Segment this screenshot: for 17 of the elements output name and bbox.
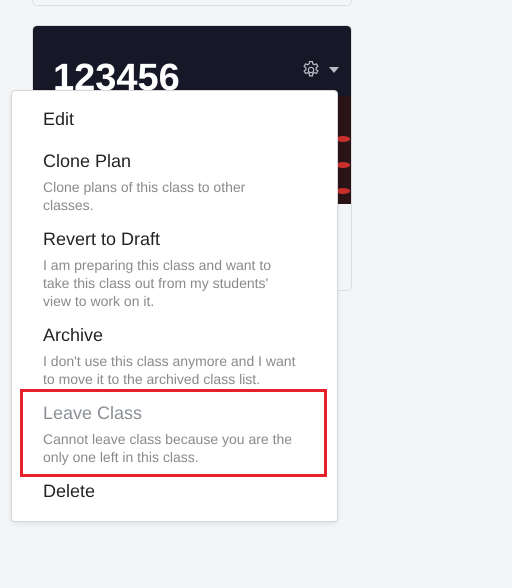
menu-item[interactable]: Revert to Draft I am preparing this class and want to take this class out from my students' view to work on it.	[12, 218, 337, 314]
menu-item-description: I am preparing this class and want to take this class out from my students' view to work on it.	[43, 256, 272, 310]
menu-item-label: Revert to Draft	[43, 228, 162, 251]
class-title: 123456	[53, 56, 180, 100]
caret-icon[interactable]	[329, 67, 339, 73]
menu-item[interactable]: Clone Plan Clone plans of this class to other classes.	[12, 140, 337, 218]
menu-item-label: Archive	[43, 324, 104, 347]
menu-item-description: I don't use this class anymore and I want to move it to the archived class list.	[43, 352, 296, 388]
menu-item-label: Clone Plan	[43, 150, 132, 173]
menu-item[interactable]: Delete	[12, 470, 337, 512]
menu-item[interactable]: Edit	[12, 98, 337, 140]
menu-item-description: Cannot leave class because you are the only one left in this class.	[43, 430, 294, 466]
menu-item-label: Leave Class	[43, 402, 144, 425]
menu-item-label: Edit	[43, 108, 76, 131]
menu-item[interactable]: Archive I don't use this class anymore and I want to move it to the archived class list.	[12, 314, 337, 392]
menu-item-label: Delete	[43, 480, 96, 503]
menu-item-description: Clone plans of this class to other classes.	[43, 178, 246, 214]
